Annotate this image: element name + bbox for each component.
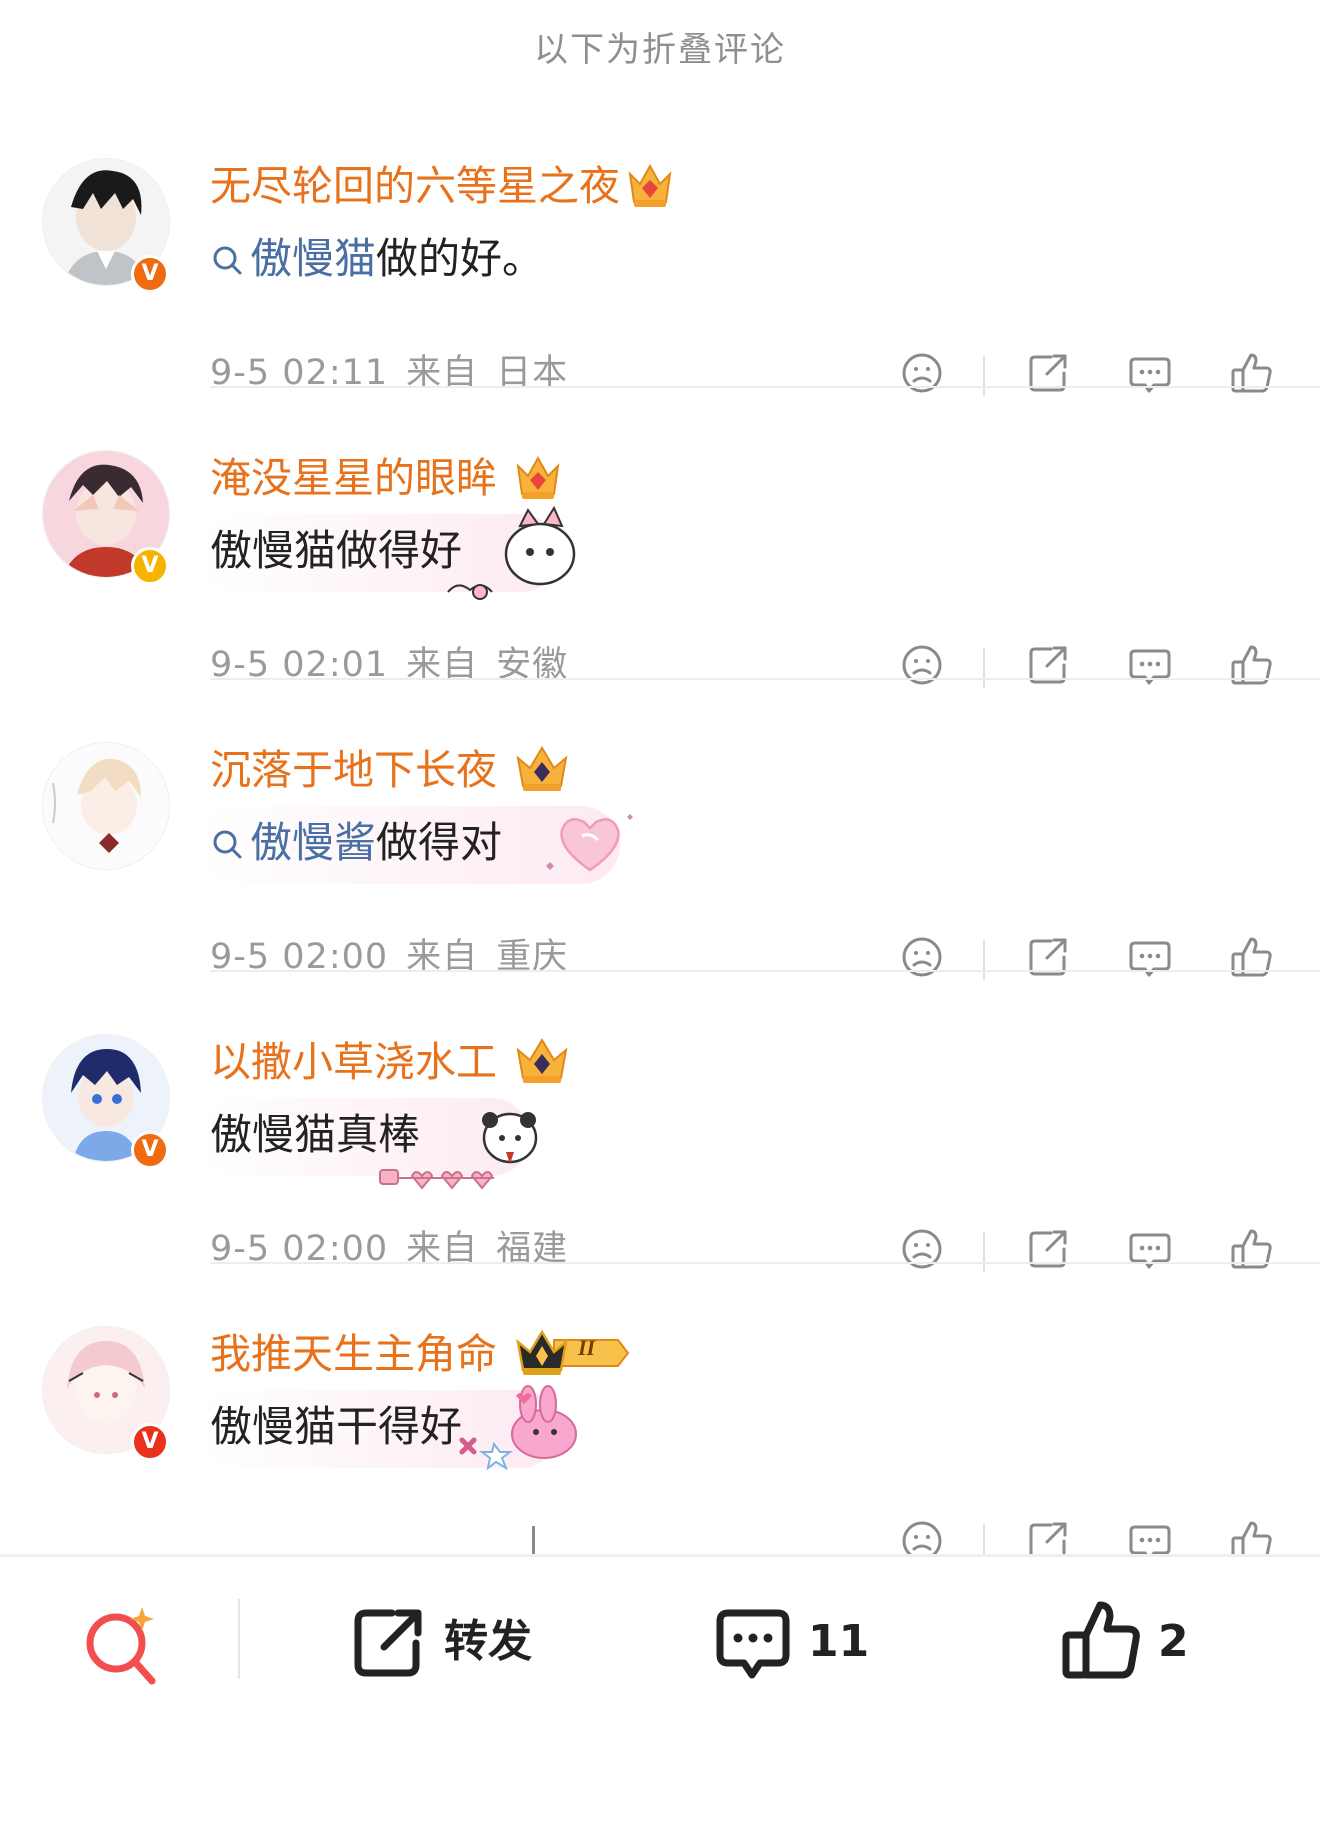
- action-divider: [983, 356, 985, 396]
- verified-badge: V: [131, 1423, 169, 1461]
- comment-meta: 9-5 02:01 来自 安徽: [210, 640, 586, 690]
- username[interactable]: 沉落于地下长夜: [210, 742, 497, 798]
- thumbs-up-icon[interactable]: [1225, 1222, 1279, 1276]
- share-icon[interactable]: [1021, 638, 1075, 692]
- share-icon[interactable]: [1021, 930, 1075, 984]
- comment-bubble-icon[interactable]: [1123, 930, 1177, 984]
- heart-sticker-icon: [540, 804, 640, 888]
- search-icon: [213, 246, 242, 275]
- username[interactable]: 无尽轮回的六等星之夜: [210, 158, 620, 214]
- avatar[interactable]: [42, 742, 170, 870]
- thumbs-up-icon[interactable]: [1225, 638, 1279, 692]
- frown-face-icon[interactable]: [895, 1222, 949, 1276]
- bottom-bar-divider: [238, 1599, 240, 1679]
- comment-divider: [210, 970, 1320, 972]
- comment-body: 傲慢猫做得好: [210, 526, 463, 575]
- repost-label: 转发: [444, 1616, 532, 1667]
- comment-text: 傲慢酱做得对: [210, 808, 502, 878]
- comment-actions: [895, 638, 1295, 692]
- bottom-action-bar: 转发 11 2: [0, 1554, 1320, 1717]
- bunny-sticker-icon: [440, 496, 590, 620]
- comment-text: 傲慢猫做得好: [210, 516, 462, 586]
- verified-badge: V: [131, 255, 169, 293]
- comment-meta: 9-5 02:00 来自 福建: [210, 1224, 586, 1274]
- share-icon[interactable]: [1021, 346, 1075, 400]
- verified-badge: V: [131, 547, 169, 585]
- thumbs-up-icon[interactable]: [1225, 346, 1279, 400]
- comment-item: V 我推天生主角命 II 傲慢猫干得好: [0, 1296, 1320, 1586]
- comment-divider: [210, 678, 1320, 680]
- panda-sticker-icon: [376, 1092, 546, 1196]
- like-count: 2: [1158, 1616, 1189, 1667]
- action-divider: [983, 940, 985, 980]
- crown-icon: [514, 1034, 570, 1088]
- comment-actions: [895, 930, 1295, 984]
- comment-body: 做得对: [376, 818, 503, 867]
- topic-link[interactable]: 傲慢酱: [250, 818, 376, 867]
- comment-body: 做的好。: [376, 234, 545, 283]
- comment-divider: [210, 1262, 1320, 1264]
- meta-cursor: [532, 1526, 535, 1556]
- comment-text: 傲慢猫做的好。: [210, 224, 544, 294]
- crown-icon: [514, 742, 570, 796]
- thumbs-up-icon[interactable]: [1225, 930, 1279, 984]
- frown-face-icon[interactable]: [895, 638, 949, 692]
- level-crown-badge: II: [514, 1326, 630, 1380]
- action-divider: [983, 648, 985, 688]
- comment-actions: [895, 346, 1295, 400]
- username[interactable]: 以撒小草浇水工: [210, 1034, 497, 1090]
- verified-badge: V: [131, 1131, 169, 1169]
- topic-link[interactable]: 傲慢猫: [250, 234, 376, 283]
- username[interactable]: 我推天生主角命: [210, 1326, 497, 1382]
- share-icon[interactable]: [1021, 1222, 1075, 1276]
- comment-text: 傲慢猫干得好: [210, 1392, 462, 1462]
- comment-actions: [895, 1222, 1295, 1276]
- crown-icon: [626, 158, 674, 212]
- frown-face-icon[interactable]: [895, 930, 949, 984]
- action-divider: [983, 1232, 985, 1272]
- comment-item: 沉落于地下长夜 傲慢酱做得对 9-5 02:00 来自 重庆: [0, 712, 1320, 1002]
- frown-face-icon[interactable]: [895, 346, 949, 400]
- comment-item: V 以撒小草浇水工 傲慢猫真棒 9-5 02:00 来自 福建: [0, 1004, 1320, 1294]
- comment-bubble-icon[interactable]: [1123, 638, 1177, 692]
- search-sparkle-icon[interactable]: [80, 1597, 164, 1687]
- fold-header: 以下为折叠评论: [534, 30, 786, 70]
- comment-meta: 9-5 02:00 来自 重庆: [210, 932, 586, 982]
- comment-item: V 无尽轮回的六等星之夜 傲慢猫做的好。 9-5 02:11 来自 日本: [0, 128, 1320, 418]
- comment-bubble-icon[interactable]: [1123, 346, 1177, 400]
- bunny-sticker-icon: [444, 1378, 594, 1482]
- level-badge-text: II: [578, 1335, 596, 1360]
- comment-meta: 9-5 02:11 来自 日本: [210, 348, 586, 398]
- search-icon: [213, 830, 242, 859]
- comment-body: 傲慢猫干得好: [210, 1402, 463, 1451]
- comment-bubble-icon[interactable]: [1123, 1222, 1177, 1276]
- comment-item: V 淹没星星的眼眸 傲慢猫做得好 9-5 02:01 来自 安徽: [0, 420, 1320, 710]
- comment-divider: [210, 386, 1320, 388]
- comment-count: 11: [808, 1616, 870, 1667]
